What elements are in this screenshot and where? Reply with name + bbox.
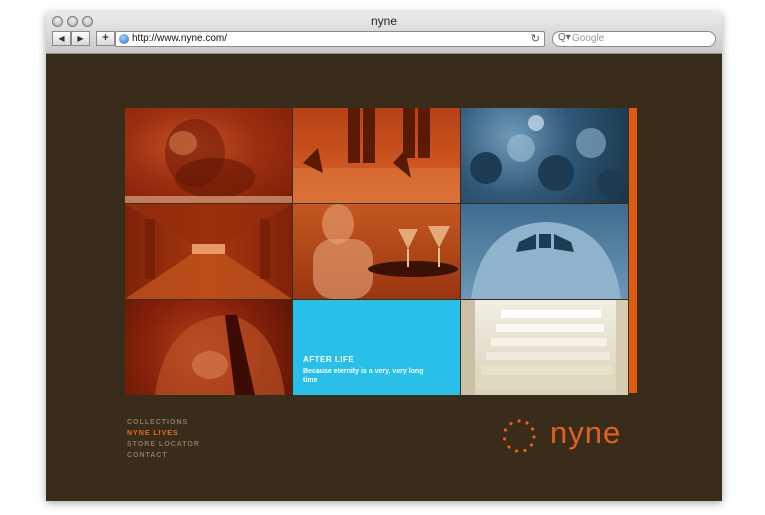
- hallway-photo-tile[interactable]: [125, 204, 292, 299]
- crowd-photo-tile[interactable]: [461, 108, 628, 203]
- waitress-image: [313, 204, 458, 299]
- nyne-logo[interactable]: nyne: [501, 415, 641, 454]
- airplane-image: [471, 222, 621, 299]
- search-field[interactable]: Q▾ Google: [552, 31, 716, 47]
- tie-photo-tile[interactable]: [125, 300, 292, 395]
- nav-item-collections[interactable]: COLLECTIONS: [127, 417, 200, 428]
- nav-item-contact[interactable]: CONTACT: [127, 450, 200, 461]
- site-nav: COLLECTIONS NYNE LIVES STORE LOCATOR CON…: [127, 417, 200, 461]
- reload-icon[interactable]: ↻: [531, 32, 540, 45]
- nav-item-store-locator[interactable]: STORE LOCATOR: [127, 439, 200, 450]
- logo-wordmark: nyne: [550, 415, 622, 450]
- back-button[interactable]: ◀: [52, 31, 71, 46]
- title-bar: nyne ◀ ▶ + http://www.nyne.com/ ↻ Q▾ Goo…: [46, 12, 722, 54]
- nav-item-nyne-lives[interactable]: NYNE LIVES: [127, 428, 200, 439]
- plus-icon: +: [102, 32, 109, 44]
- add-bookmark-button[interactable]: +: [96, 31, 115, 46]
- dog-photo-tile[interactable]: [125, 108, 292, 203]
- search-icon: Q▾: [558, 32, 571, 43]
- legs-image: [293, 108, 460, 203]
- stairs-image: [461, 300, 628, 395]
- url-text[interactable]: http://www.nyne.com/: [132, 33, 227, 44]
- feature-text: Because eternity is a very, very long ti…: [303, 368, 424, 384]
- address-bar[interactable]: http://www.nyne.com/ ↻: [115, 31, 545, 47]
- dotted-circle-icon: [502, 419, 536, 453]
- search-placeholder: Google: [572, 33, 605, 44]
- waitress-photo-tile[interactable]: [293, 204, 460, 299]
- page-content: AFTER LIFE Because eternity is a very, v…: [46, 54, 722, 501]
- dog-image: [125, 119, 292, 203]
- legs-photo-tile[interactable]: [293, 108, 460, 203]
- forward-button[interactable]: ▶: [71, 31, 90, 46]
- globe-icon: [119, 34, 129, 44]
- forward-arrow-icon: ▶: [77, 34, 84, 43]
- back-arrow-icon: ◀: [58, 34, 65, 43]
- hallway-image: [125, 204, 292, 299]
- feature-title: AFTER LIFE: [303, 355, 355, 364]
- window-title: nyne: [370, 14, 398, 28]
- airplane-photo-tile[interactable]: [461, 204, 628, 299]
- stairs-photo-tile[interactable]: [461, 300, 628, 395]
- man-tie-image: [155, 315, 285, 395]
- crowd-image: [470, 115, 625, 197]
- browser-window: nyne ◀ ▶ + http://www.nyne.com/ ↻ Q▾ Goo…: [46, 12, 722, 501]
- accent-bar: [629, 108, 637, 393]
- after-life-feature-tile[interactable]: AFTER LIFE Because eternity is a very, v…: [293, 300, 460, 395]
- photo-grid: AFTER LIFE Because eternity is a very, v…: [125, 108, 628, 395]
